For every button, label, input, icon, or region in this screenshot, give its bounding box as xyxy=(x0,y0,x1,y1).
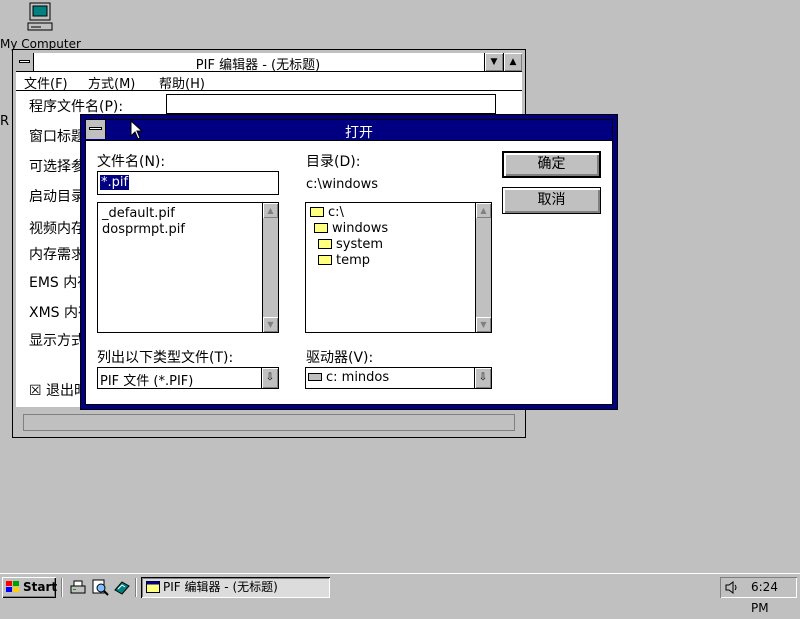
file-type-select[interactable]: PIF 文件 (*.PIF) ⇩ xyxy=(97,367,279,389)
open-dialog: 打开 文件名(N): *.pif _default.pif dosprmpt.p… xyxy=(80,114,618,410)
optional-params-label: 可选择参 xyxy=(29,159,85,175)
drive-select[interactable]: c: mindos ⇩ xyxy=(305,367,492,389)
start-dir-label: 启动目录 xyxy=(29,189,85,205)
quick-launch-search-icon[interactable] xyxy=(91,578,109,596)
dialog-system-menu-button[interactable] xyxy=(86,120,106,139)
file-list[interactable]: _default.pif dosprmpt.pif ▲ ▼ xyxy=(97,202,279,333)
open-dialog-title-bar[interactable]: 打开 xyxy=(86,120,612,141)
pif-menu-bar: 文件(F) 方式(M) 帮助(H) xyxy=(16,72,522,92)
file-type-dropdown-arrow[interactable]: ⇩ xyxy=(261,368,278,388)
quick-launch-printer-icon[interactable] xyxy=(69,578,87,596)
file-list-scrollbar[interactable]: ▲ ▼ xyxy=(262,203,278,332)
minimize-button[interactable]: ▼ xyxy=(484,53,503,71)
pif-status-bar xyxy=(23,414,515,431)
my-computer-desktop-icon[interactable]: My Computer xyxy=(0,0,90,52)
taskbar: Start PIF 编辑器 - (无标题) 6:24 PM xyxy=(0,573,800,615)
pif-editor-icon xyxy=(146,581,160,593)
open-dialog-title: 打开 xyxy=(345,125,373,141)
drive-icon xyxy=(308,373,322,381)
file-type-value: PIF 文件 (*.PIF) xyxy=(100,374,194,389)
folder-icon xyxy=(318,239,332,249)
taskbar-task-label: PIF 编辑器 - (无标题) xyxy=(163,580,278,594)
file-name-input[interactable]: *.pif xyxy=(97,171,279,195)
mouse-cursor-icon xyxy=(130,120,144,140)
drive-dropdown-arrow[interactable]: ⇩ xyxy=(474,368,491,388)
dir-item-system[interactable]: system xyxy=(318,237,383,252)
taskbar-pif-editor-button[interactable]: PIF 编辑器 - (无标题) xyxy=(141,577,330,598)
dir-list-up-arrow[interactable]: ▲ xyxy=(476,203,491,218)
program-filename-input[interactable] xyxy=(166,94,496,114)
system-tray: 6:24 PM xyxy=(720,577,797,615)
directory-list-scrollbar[interactable]: ▲ ▼ xyxy=(475,203,491,332)
directory-label: 目录(D): xyxy=(306,154,361,170)
file-list-down-arrow[interactable]: ▼ xyxy=(263,317,278,332)
menu-mode[interactable]: 方式(M) xyxy=(88,73,135,92)
desktop-partial-label: R xyxy=(0,114,10,129)
file-item-default[interactable]: _default.pif xyxy=(102,206,175,221)
taskbar-separator xyxy=(61,578,63,597)
start-button[interactable]: Start xyxy=(2,577,58,598)
dir-item-windows[interactable]: windows xyxy=(314,221,388,236)
drive-label: 驱动器(V): xyxy=(306,350,374,366)
pif-window-title: PIF 编辑器 - (无标题) xyxy=(195,58,321,73)
file-type-label: 列出以下类型文件(T): xyxy=(97,350,234,366)
folder-icon xyxy=(318,255,332,265)
dir-item-temp[interactable]: temp xyxy=(318,253,370,268)
memory-req-label: 内存需求 xyxy=(29,247,85,263)
start-label: Start xyxy=(23,580,58,594)
computer-icon xyxy=(27,2,53,31)
cancel-button[interactable]: 取消 xyxy=(502,187,601,214)
open-folder-icon xyxy=(310,207,324,217)
speaker-icon[interactable] xyxy=(725,581,739,594)
maximize-button[interactable]: ▲ xyxy=(503,53,522,71)
current-directory: c:\windows xyxy=(306,177,379,192)
window-title-label: 窗口标题 xyxy=(29,129,85,145)
windows-logo-icon xyxy=(6,581,19,592)
directory-list[interactable]: c:\ windows system temp ▲ ▼ xyxy=(305,202,492,333)
ok-button[interactable]: 确定 xyxy=(502,151,601,178)
open-folder-icon xyxy=(314,223,328,233)
clock[interactable]: 6:24 PM xyxy=(751,577,797,619)
drive-value: c: mindos xyxy=(308,370,389,385)
file-name-value: *.pif xyxy=(100,175,130,190)
display-mode-label: 显示方式 xyxy=(29,333,85,349)
file-list-up-arrow[interactable]: ▲ xyxy=(263,203,278,218)
dir-item-root[interactable]: c:\ xyxy=(310,205,344,220)
menu-help[interactable]: 帮助(H) xyxy=(159,73,205,92)
pif-title-bar[interactable]: PIF 编辑器 - (无标题) ▼ ▲ xyxy=(16,53,522,73)
pif-system-menu-button[interactable] xyxy=(16,53,34,71)
video-memory-label: 视频内存 xyxy=(29,221,85,237)
program-filename-label: 程序文件名(P): xyxy=(29,99,124,115)
taskbar-separator xyxy=(135,578,137,597)
quick-launch-disk-icon[interactable] xyxy=(113,578,131,596)
dir-list-down-arrow[interactable]: ▼ xyxy=(476,317,491,332)
file-name-label: 文件名(N): xyxy=(97,154,166,170)
menu-file[interactable]: 文件(F) xyxy=(24,73,68,92)
file-item-dosprmpt[interactable]: dosprmpt.pif xyxy=(102,222,185,237)
